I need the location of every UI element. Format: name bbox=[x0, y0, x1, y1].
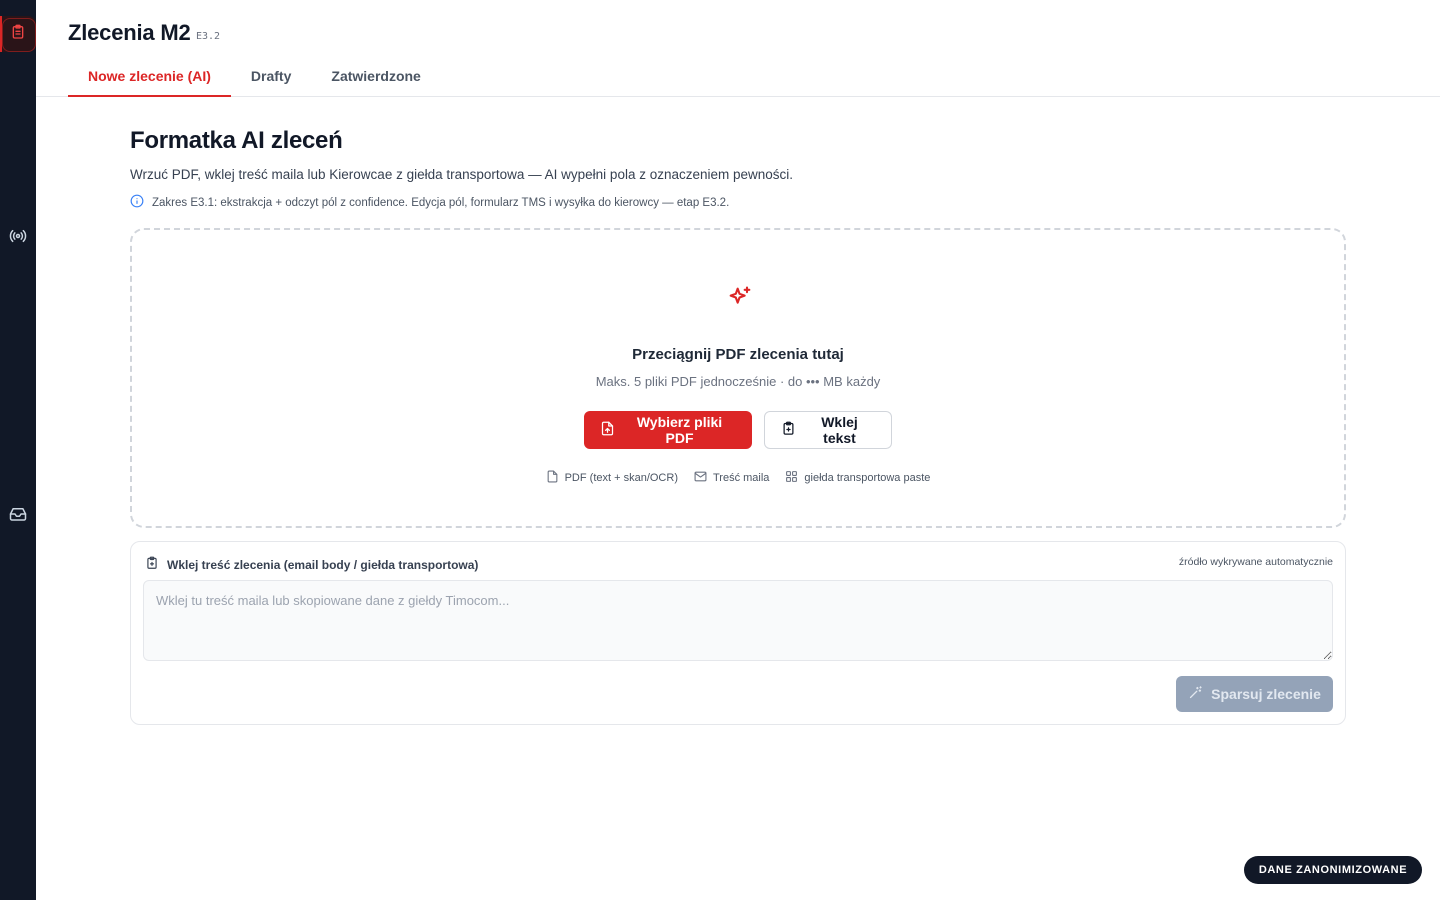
choose-pdf-button[interactable]: Wybierz pliki PDF bbox=[584, 411, 752, 449]
tab-drafts[interactable]: Drafty bbox=[231, 56, 311, 96]
scope-info-text: Zakres E3.1: ekstrakcja + odczyt pól z c… bbox=[152, 196, 730, 209]
section-subtitle: Wrzuć PDF, wklej treść maila lub Kierowc… bbox=[130, 167, 794, 182]
pdf-dropzone[interactable]: Przeciągnij PDF zlecenia tutaj Maks. 5 p… bbox=[130, 228, 1346, 528]
inbox-icon bbox=[9, 505, 27, 528]
file-upload-icon bbox=[600, 421, 615, 439]
section-heading: Formatka AI zleceń bbox=[130, 127, 343, 154]
main-area: Zlecenia M2 E3.2 Nowe zlecenie (AI) Draf… bbox=[36, 0, 1440, 900]
version-badge: E3.2 bbox=[196, 31, 221, 42]
source-chip-pdf: PDF (text + skan/OCR) bbox=[546, 470, 678, 486]
source-chip-exchange: giełda transportowa paste bbox=[785, 470, 930, 486]
source-chip-exchange-label: giełda transportowa paste bbox=[804, 472, 931, 484]
tab-new-order-ai[interactable]: Nowe zlecenie (AI) bbox=[68, 56, 231, 97]
magic-wand-icon bbox=[1188, 685, 1203, 703]
source-chip-pdf-label: PDF (text + skan/OCR) bbox=[564, 472, 678, 484]
source-detection-hint: źródło wykrywane automatycznie bbox=[1178, 556, 1333, 568]
parse-order-label: Sparsuj zlecenie bbox=[1211, 686, 1321, 702]
file-icon bbox=[546, 470, 559, 486]
clipboard-icon bbox=[781, 421, 796, 439]
paste-card: Wklej treść zlecenia (email body / giełd… bbox=[130, 541, 1346, 725]
grid-icon bbox=[785, 470, 798, 486]
anonymized-data-badge: DANE ZANONIMIZOWANE bbox=[1244, 856, 1422, 884]
dropzone-subtitle: Maks. 5 pliki PDF jednocześnie · do ••• … bbox=[595, 374, 881, 389]
radio-signal-icon bbox=[9, 227, 27, 250]
choose-pdf-label: Wybierz pliki PDF bbox=[636, 414, 723, 446]
content: Formatka AI zleceń Wrzuć PDF, wklej treś… bbox=[130, 112, 1346, 725]
source-chip-mail-label: Treść maila bbox=[712, 472, 770, 484]
supported-sources: PDF (text + skan/OCR) Treść maila giełda… bbox=[132, 470, 1344, 486]
clipboard-icon bbox=[10, 24, 26, 45]
paste-label: Wklej treść zlecenia (email body / giełd… bbox=[167, 557, 479, 572]
paste-text-button[interactable]: Wklej tekst bbox=[764, 411, 892, 449]
sidebar-item-inbox[interactable] bbox=[0, 498, 36, 534]
order-text-input[interactable] bbox=[143, 580, 1333, 661]
parse-order-button[interactable]: Sparsuj zlecenie bbox=[1176, 676, 1333, 712]
sidebar-item-radar[interactable] bbox=[0, 220, 36, 256]
dropzone-actions: Wybierz pliki PDF Wklej tekst bbox=[132, 411, 1344, 449]
paste-header: Wklej treść zlecenia (email body / giełd… bbox=[145, 556, 478, 573]
info-icon bbox=[130, 194, 144, 211]
sidebar bbox=[0, 0, 36, 900]
clipboard-icon bbox=[145, 556, 159, 573]
scope-info: Zakres E3.1: ekstrakcja + odczyt pól z c… bbox=[130, 194, 1346, 211]
tab-bar: Nowe zlecenie (AI) Drafty Zatwierdzone bbox=[68, 56, 441, 97]
sparkles-icon bbox=[726, 284, 754, 317]
page-header: Zlecenia M2 E3.2 Nowe zlecenie (AI) Draf… bbox=[36, 0, 1440, 97]
dropzone-title: Przeciągnij PDF zlecenia tutaj bbox=[632, 346, 844, 363]
page-title: Zlecenia M2 bbox=[68, 20, 191, 45]
tab-approved[interactable]: Zatwierdzone bbox=[311, 56, 440, 96]
paste-text-label: Wklej tekst bbox=[821, 414, 858, 446]
mail-icon bbox=[694, 470, 707, 486]
source-chip-mail: Treść maila bbox=[694, 470, 769, 486]
sidebar-item-orders[interactable] bbox=[0, 16, 36, 52]
